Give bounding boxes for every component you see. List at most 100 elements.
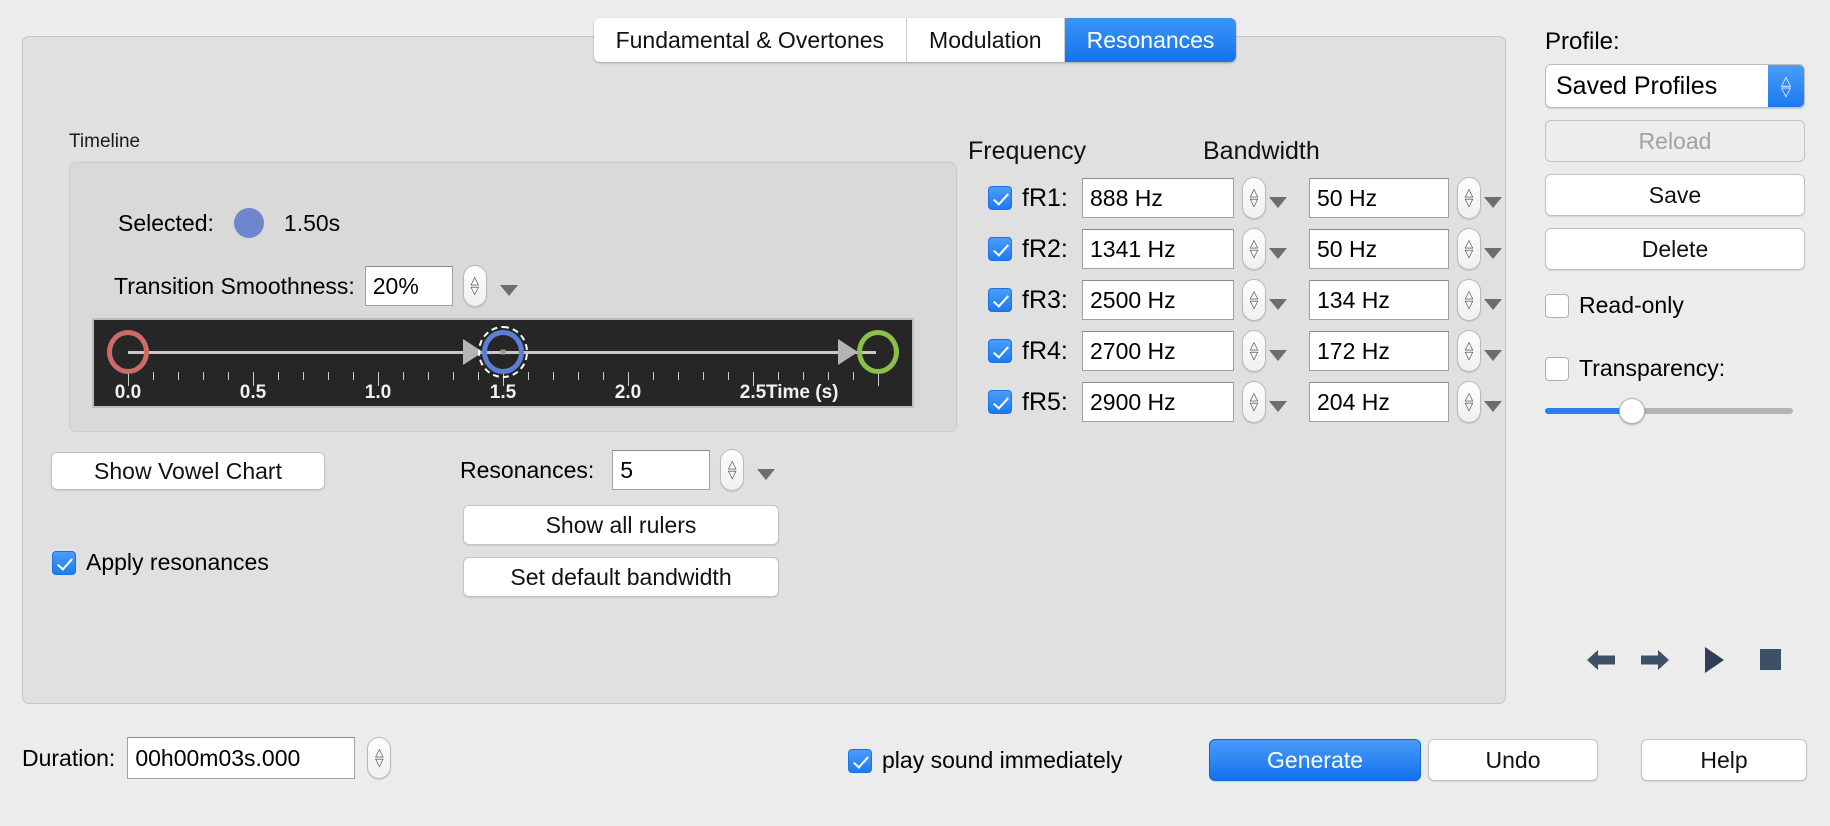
bandwidth-menu-icon[interactable]	[1484, 401, 1502, 412]
tab-resonances[interactable]: Resonances	[1065, 18, 1237, 62]
stepper-down-icon: ▽	[1250, 249, 1258, 259]
bandwidth-stepper[interactable]: △▽	[1457, 279, 1481, 321]
resonance-enable-checkbox[interactable]	[988, 390, 1012, 414]
tab-modulation[interactable]: Modulation	[907, 18, 1065, 62]
stepper-down-icon: ▽	[1465, 351, 1473, 361]
resonances-count-stepper[interactable]: △ ▽	[720, 449, 744, 491]
tab-label: Modulation	[929, 27, 1042, 54]
resonance-row: fR5:2900 Hz△▽204 Hz△▽	[988, 379, 1502, 425]
selected-node[interactable]	[482, 330, 524, 374]
transition-smoothness-input[interactable]: 20%	[365, 266, 453, 306]
frequency-input[interactable]: 888 Hz	[1082, 178, 1234, 218]
frequency-input[interactable]: 2700 Hz	[1082, 331, 1234, 371]
transparency-row[interactable]: Transparency:	[1545, 355, 1805, 382]
frequency-menu-icon[interactable]	[1269, 299, 1287, 310]
transport-controls	[1585, 645, 1783, 675]
bandwidth-stepper[interactable]: △▽	[1457, 177, 1481, 219]
transition-smoothness-label: Transition Smoothness:	[114, 273, 355, 300]
play-sound-checkbox[interactable]	[848, 749, 872, 773]
set-default-bandwidth-button[interactable]: Set default bandwidth	[463, 557, 779, 597]
stepper-down-icon: ▽	[1250, 402, 1258, 412]
frequency-menu-icon[interactable]	[1269, 248, 1287, 259]
resonance-enable-checkbox[interactable]	[988, 288, 1012, 312]
selected-row: Selected: 1.50s	[118, 208, 340, 238]
bandwidth-stepper[interactable]: △▽	[1457, 228, 1481, 270]
show-all-rulers-button[interactable]: Show all rulers	[463, 505, 779, 545]
bandwidth-input[interactable]: 50 Hz	[1309, 229, 1449, 269]
bandwidth-stepper[interactable]: △▽	[1457, 330, 1481, 372]
read-only-checkbox[interactable]	[1545, 294, 1569, 318]
frequency-stepper[interactable]: △▽	[1242, 177, 1266, 219]
resonances-count-menu-icon[interactable]	[757, 469, 775, 480]
selected-color-swatch	[234, 208, 264, 238]
duration-row: Duration: 00h00m03s.000 △ ▽	[22, 737, 391, 779]
resonance-enable-checkbox[interactable]	[988, 186, 1012, 210]
show-vowel-chart-button[interactable]: Show Vowel Chart	[51, 452, 325, 490]
slider-knob[interactable]	[1619, 398, 1645, 424]
frequency-menu-icon[interactable]	[1269, 350, 1287, 361]
play-icon[interactable]	[1701, 645, 1727, 675]
generate-button[interactable]: Generate	[1209, 739, 1421, 781]
arrow-right-icon[interactable]	[1639, 645, 1671, 675]
reload-label: Reload	[1639, 128, 1712, 155]
transition-smoothness-stepper[interactable]: △ ▽	[463, 265, 487, 307]
transparency-label: Transparency:	[1579, 355, 1725, 382]
bandwidth-menu-icon[interactable]	[1484, 350, 1502, 361]
stepper-down-icon: ▽	[471, 286, 479, 296]
end-node[interactable]	[857, 330, 899, 374]
tab-bar: Fundamental & Overtones Modulation Reson…	[0, 18, 1830, 62]
frequency-input[interactable]: 2500 Hz	[1082, 280, 1234, 320]
frequency-stepper[interactable]: △▽	[1242, 228, 1266, 270]
bandwidth-menu-icon[interactable]	[1484, 248, 1502, 259]
bandwidth-input[interactable]: 50 Hz	[1309, 178, 1449, 218]
arrow-left-icon[interactable]	[1585, 645, 1617, 675]
bandwidth-stepper[interactable]: △▽	[1457, 381, 1481, 423]
timeline-tick-labels: 0.00.51.01.52.02.5Time (s)	[94, 382, 912, 408]
frequency-column-header: Frequency	[968, 137, 1086, 166]
read-only-row[interactable]: Read-only	[1545, 292, 1805, 319]
resonance-enable-checkbox[interactable]	[988, 237, 1012, 261]
bandwidth-menu-icon[interactable]	[1484, 197, 1502, 208]
frequency-input[interactable]: 2900 Hz	[1082, 382, 1234, 422]
apply-resonances-row[interactable]: Apply resonances	[52, 549, 269, 576]
stop-icon[interactable]	[1757, 645, 1783, 675]
tick-label: 1.5	[490, 382, 516, 404]
frequency-menu-icon[interactable]	[1269, 401, 1287, 412]
tab-fundamental-overtones[interactable]: Fundamental & Overtones	[594, 18, 907, 62]
save-label: Save	[1649, 182, 1701, 209]
frequency-menu-icon[interactable]	[1269, 197, 1287, 208]
tick-label: 0.0	[115, 382, 141, 404]
reload-button[interactable]: Reload	[1545, 120, 1805, 162]
bandwidth-value: 204 Hz	[1317, 389, 1390, 416]
start-node[interactable]	[107, 330, 149, 374]
resonance-enable-checkbox[interactable]	[988, 339, 1012, 363]
apply-resonances-checkbox[interactable]	[52, 551, 76, 575]
transparency-checkbox[interactable]	[1545, 357, 1569, 381]
play-sound-row[interactable]: play sound immediately	[848, 747, 1122, 774]
bandwidth-input[interactable]: 134 Hz	[1309, 280, 1449, 320]
undo-button[interactable]: Undo	[1428, 739, 1598, 781]
help-button[interactable]: Help	[1641, 739, 1807, 781]
frequency-stepper[interactable]: △▽	[1242, 381, 1266, 423]
stepper-down-icon: ▽	[728, 470, 736, 480]
duration-stepper[interactable]: △ ▽	[367, 737, 391, 779]
transparency-slider[interactable]	[1545, 398, 1793, 424]
duration-input[interactable]: 00h00m03s.000	[127, 737, 355, 779]
bandwidth-input[interactable]: 172 Hz	[1309, 331, 1449, 371]
frequency-input[interactable]: 1341 Hz	[1082, 229, 1234, 269]
bandwidth-menu-icon[interactable]	[1484, 299, 1502, 310]
tab-label: Fundamental & Overtones	[616, 27, 884, 54]
transition-smoothness-menu-icon[interactable]	[500, 285, 518, 296]
delete-button[interactable]: Delete	[1545, 228, 1805, 270]
frequency-stepper[interactable]: △▽	[1242, 330, 1266, 372]
transition-smoothness-value: 20%	[373, 273, 419, 300]
save-button[interactable]: Save	[1545, 174, 1805, 216]
bandwidth-input[interactable]: 204 Hz	[1309, 382, 1449, 422]
undo-label: Undo	[1486, 747, 1541, 774]
bandwidth-value: 134 Hz	[1317, 287, 1390, 314]
timeline-ruler[interactable]: 0.00.51.01.52.02.5Time (s)	[92, 318, 914, 408]
resonance-row: fR2:1341 Hz△▽50 Hz△▽	[988, 226, 1502, 272]
saved-profiles-dropdown[interactable]: Saved Profiles △▽	[1545, 64, 1805, 108]
resonances-count-input[interactable]: 5	[612, 450, 710, 490]
frequency-stepper[interactable]: △▽	[1242, 279, 1266, 321]
